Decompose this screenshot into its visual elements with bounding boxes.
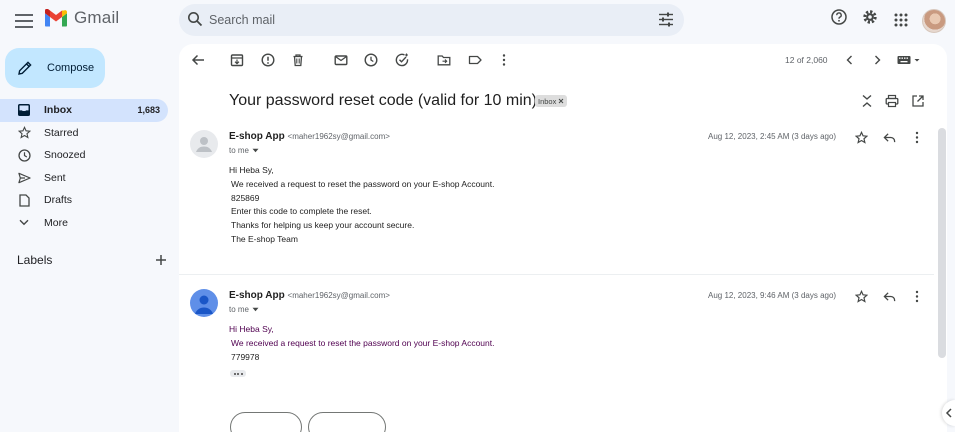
recipient-label: to me [229, 146, 250, 155]
body-line: We received a request to reset the passw… [231, 179, 495, 189]
move-to-folder-icon[interactable] [437, 53, 451, 67]
pagination-text: 12 of 2,060 [785, 55, 828, 65]
sidebar-nav: Inbox 1,683 Starred Snoozed Sent Drafts … [0, 99, 168, 234]
vertical-scrollbar[interactable] [938, 128, 946, 358]
star-message-icon[interactable] [855, 290, 868, 303]
reply-arrow-icon[interactable] [883, 131, 896, 144]
sidebar-item-inbox[interactable]: Inbox 1,683 [0, 99, 168, 122]
labels-section-header: Labels [17, 253, 167, 267]
body-line: Hi Heba Sy, [229, 165, 274, 175]
label-tag-icon[interactable] [468, 53, 482, 67]
mark-unread-icon[interactable] [334, 53, 348, 67]
collapse-all-icon[interactable] [860, 94, 874, 108]
sidebar-item-label: Starred [44, 126, 79, 139]
gmail-logo-icon [44, 9, 68, 27]
star-icon [17, 126, 31, 139]
email-subject: Your password reset code (valid for 10 m… [229, 92, 537, 109]
sidebar-item-label: Snoozed [44, 149, 86, 162]
recipient-details-dropdown-icon[interactable] [252, 307, 259, 312]
recipient-line[interactable]: to me [229, 146, 259, 155]
sender-name: E-shop App [229, 290, 285, 301]
search-icon[interactable] [187, 11, 203, 27]
gmail-logo-text: Gmail [74, 8, 120, 27]
labels-title: Labels [17, 253, 53, 267]
add-to-tasks-icon[interactable] [395, 53, 409, 67]
sender-line: E-shop App <maher1962sy@gmail.com> [229, 290, 390, 301]
compose-button[interactable]: Compose [5, 48, 105, 88]
inbox-icon [17, 104, 31, 117]
sender-email: <maher1962sy@gmail.com> [287, 132, 390, 141]
recipient-line[interactable]: to me [229, 305, 259, 314]
draft-icon [17, 194, 31, 207]
inbox-label-chip[interactable]: Inbox [535, 95, 568, 107]
sidebar-item-label: Inbox [44, 104, 72, 117]
search-options-icon[interactable] [658, 12, 674, 27]
remove-label-icon[interactable] [558, 98, 564, 104]
add-label-icon[interactable] [155, 254, 167, 266]
reset-code: 825869 [231, 193, 260, 203]
body-line: Thanks for helping us keep your account … [231, 220, 415, 230]
archive-icon[interactable] [230, 53, 244, 67]
unread-count: 1,683 [137, 105, 160, 116]
reset-code: 779978 [231, 352, 260, 362]
sender-avatar-blue [190, 289, 218, 317]
back-arrow-icon[interactable] [191, 53, 205, 67]
sender-avatar-default [190, 130, 218, 158]
apps-grid-icon[interactable] [894, 13, 908, 27]
send-icon [17, 172, 31, 184]
sidebar-item-starred[interactable]: Starred [0, 122, 168, 145]
gmail-logo[interactable]: Gmail [44, 8, 119, 28]
message-panel: 12 of 2,060 Your password reset code (va… [179, 44, 947, 432]
snooze-clock-icon[interactable] [364, 53, 378, 67]
message-date: Aug 12, 2023, 2:45 AM (3 days ago) [708, 132, 837, 141]
recipient-label: to me [229, 305, 250, 314]
message-more-vertical-icon[interactable] [911, 131, 923, 144]
show-trimmed-content-button[interactable] [230, 370, 246, 377]
sender-name: E-shop App [229, 131, 285, 142]
sidebar-item-more[interactable]: More [0, 212, 168, 235]
sidebar-item-snoozed[interactable]: Snoozed [0, 144, 168, 167]
sender-email: <maher1962sy@gmail.com> [287, 291, 390, 300]
sidebar-item-drafts[interactable]: Drafts [0, 189, 168, 212]
body-line: Enter this code to complete the reset. [231, 206, 372, 216]
clock-icon [17, 149, 31, 162]
sidebar-item-sent[interactable]: Sent [0, 167, 168, 190]
message-date: Aug 12, 2023, 9:46 AM (3 days ago) [708, 291, 837, 300]
body-line: The E-shop Team [231, 234, 298, 244]
reply-arrow-icon[interactable] [883, 290, 896, 303]
inbox-chip-label: Inbox [538, 96, 557, 106]
previous-chevron-icon[interactable] [844, 54, 858, 68]
chevron-down-icon [17, 219, 31, 226]
message-toolbar: 12 of 2,060 [179, 44, 947, 76]
sidebar-item-label: More [44, 216, 68, 229]
chevron-left-icon [945, 408, 953, 418]
pencil-icon [17, 60, 33, 76]
star-message-icon[interactable] [855, 131, 868, 144]
main-menu-icon[interactable] [12, 9, 36, 33]
forward-button[interactable] [308, 412, 386, 432]
sender-line: E-shop App <maher1962sy@gmail.com> [229, 131, 390, 142]
report-spam-icon[interactable] [261, 53, 275, 67]
message-more-vertical-icon[interactable] [911, 290, 923, 303]
input-tools-keyboard-icon[interactable] [897, 55, 923, 69]
next-chevron-icon[interactable] [871, 54, 885, 68]
compose-label: Compose [47, 62, 95, 74]
sidebar-item-label: Sent [44, 171, 66, 184]
body-line: We received a request to reset the passw… [231, 338, 495, 348]
more-vertical-icon[interactable] [497, 53, 511, 67]
recipient-details-dropdown-icon[interactable] [252, 148, 259, 153]
delete-trash-icon[interactable] [291, 53, 305, 67]
reply-button[interactable] [230, 412, 302, 432]
message-divider [179, 274, 934, 275]
print-icon[interactable] [885, 94, 899, 108]
help-icon[interactable] [831, 9, 847, 25]
body-line: Hi Heba Sy, [229, 324, 274, 334]
search-bar[interactable] [179, 4, 684, 36]
settings-gear-icon[interactable] [862, 9, 878, 25]
sidebar-item-label: Drafts [44, 194, 73, 207]
search-input[interactable] [209, 4, 609, 36]
open-in-new-window-icon[interactable] [911, 94, 925, 108]
account-avatar[interactable] [922, 9, 946, 33]
